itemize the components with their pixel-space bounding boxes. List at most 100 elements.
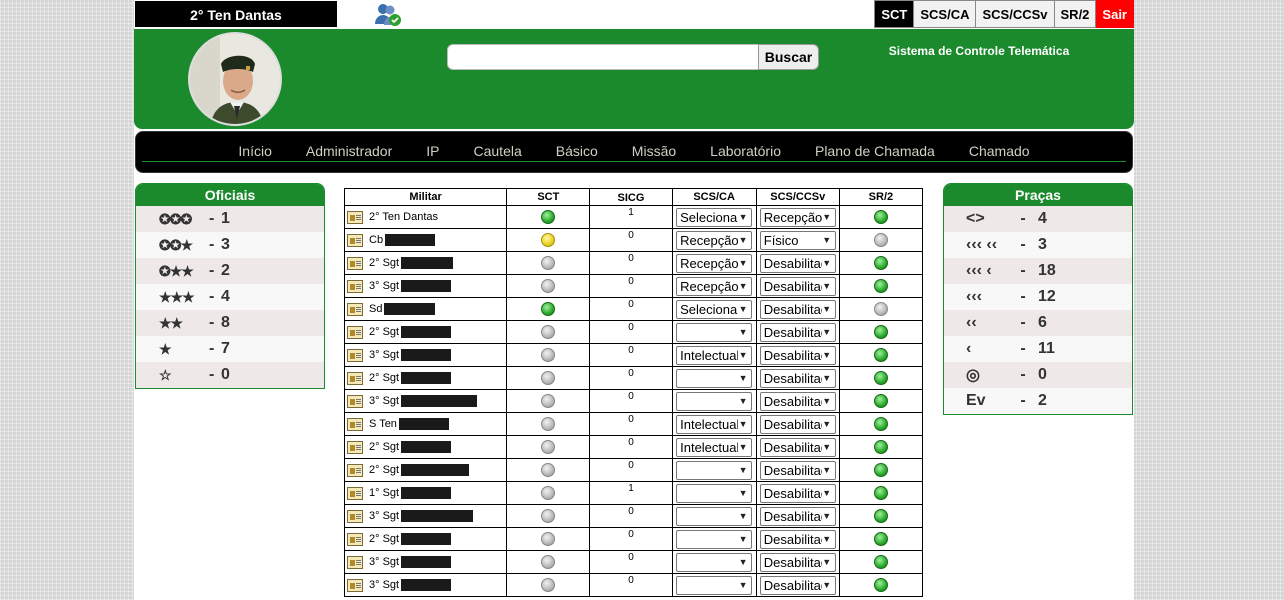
officers-row[interactable]: ★ -7 — [136, 336, 324, 362]
sct-status-icon[interactable] — [541, 417, 556, 431]
nav-item-inicio[interactable]: Início — [238, 132, 271, 162]
sr2-status-icon[interactable] — [873, 256, 888, 270]
id-card-icon[interactable] — [347, 233, 363, 247]
scs-ccsv-select[interactable]: Desabilitado▼ — [759, 552, 836, 572]
officers-row[interactable]: ★★ -8 — [136, 310, 324, 336]
nav-item-missao[interactable]: Missão — [632, 132, 676, 162]
sr2-status-icon[interactable] — [873, 394, 888, 408]
scs-ca-select[interactable]: ▼ — [676, 575, 753, 595]
scs-ccsv-select[interactable]: Desabilitado▼ — [759, 253, 836, 273]
scs-ca-select[interactable]: ▼ — [676, 483, 753, 503]
scs-ca-select[interactable]: ▼ — [676, 391, 753, 411]
sct-status-icon[interactable] — [541, 486, 556, 500]
sct-status-icon[interactable] — [541, 532, 556, 546]
nav-item-basico[interactable]: Básico — [556, 132, 598, 162]
sct-status-icon[interactable] — [541, 394, 556, 408]
scs-ccsv-select[interactable]: Desabilitado▼ — [759, 345, 836, 365]
sct-status-icon[interactable] — [541, 233, 556, 247]
scs-ca-select[interactable]: Recepção ▼ — [676, 230, 753, 250]
scs-ccsv-select[interactable]: Físico ▼ — [759, 230, 836, 250]
system-link-sr2[interactable]: SR/2 — [1054, 0, 1097, 28]
scs-ccsv-select[interactable]: Desabilitado▼ — [759, 414, 836, 434]
sr2-status-icon[interactable] — [873, 233, 888, 247]
scs-ccsv-select[interactable]: Desabilitado▼ — [759, 483, 836, 503]
id-card-icon[interactable] — [347, 417, 363, 431]
sr2-status-icon[interactable] — [873, 463, 888, 477]
scs-ccsv-select[interactable]: Desabilitado▼ — [759, 391, 836, 411]
officers-row[interactable]: ★★★ -4 — [136, 284, 324, 310]
switch-user-icon[interactable] — [374, 2, 402, 27]
scs-ccsv-select[interactable]: Desabilitado▼ — [759, 575, 836, 595]
id-card-icon[interactable] — [347, 440, 363, 454]
scs-ccsv-select[interactable]: Desabilitado▼ — [759, 322, 836, 342]
sct-status-icon[interactable] — [541, 578, 556, 592]
scs-ca-select[interactable]: ▼ — [676, 552, 753, 572]
scs-ca-select[interactable]: ▼ — [676, 322, 753, 342]
scs-ccsv-select[interactable]: Recepção ▼ — [759, 207, 836, 227]
sr2-status-icon[interactable] — [873, 440, 888, 454]
officers-row[interactable]: ✪✪✪ -1 — [136, 206, 324, 232]
nav-item-administrador[interactable]: Administrador — [306, 132, 392, 162]
sct-status-icon[interactable] — [541, 325, 556, 339]
id-card-icon[interactable] — [347, 279, 363, 293]
nav-item-plano-de-chamada[interactable]: Plano de Chamada — [815, 132, 935, 162]
exit-button[interactable]: Sair — [1096, 0, 1134, 28]
id-card-icon[interactable] — [347, 486, 363, 500]
sct-status-icon[interactable] — [541, 348, 556, 362]
sr2-status-icon[interactable] — [873, 417, 888, 431]
scs-ca-select[interactable]: Selecionar ▼ — [676, 299, 753, 319]
sr2-status-icon[interactable] — [873, 371, 888, 385]
sr2-status-icon[interactable] — [873, 509, 888, 523]
pracas-row[interactable]: ‹‹‹ ‹ -18 — [944, 258, 1132, 284]
scs-ccsv-select[interactable]: Desabilitado▼ — [759, 437, 836, 457]
scs-ccsv-select[interactable]: Desabilitado▼ — [759, 276, 836, 296]
scs-ca-select[interactable]: ▼ — [676, 506, 753, 526]
scs-ca-select[interactable]: Intelectual ▼ — [676, 437, 753, 457]
nav-item-cautela[interactable]: Cautela — [474, 132, 522, 162]
pracas-row[interactable]: ‹‹‹ ‹‹ -3 — [944, 232, 1132, 258]
scs-ca-select[interactable]: Intelectual ▼ — [676, 345, 753, 365]
nav-item-chamado[interactable]: Chamado — [969, 132, 1030, 162]
id-card-icon[interactable] — [347, 256, 363, 270]
sr2-status-icon[interactable] — [873, 348, 888, 362]
nav-item-laboratorio[interactable]: Laboratório — [710, 132, 781, 162]
avatar[interactable] — [188, 32, 282, 126]
system-link-sct[interactable]: SCT — [874, 0, 915, 28]
sct-status-icon[interactable] — [541, 509, 556, 523]
sr2-status-icon[interactable] — [873, 532, 888, 546]
id-card-icon[interactable] — [347, 532, 363, 546]
sct-status-icon[interactable] — [541, 555, 556, 569]
search-input[interactable] — [447, 44, 759, 70]
scs-ca-select[interactable]: Selecionar ▼ — [676, 207, 753, 227]
sr2-status-icon[interactable] — [873, 279, 888, 293]
scs-ccsv-select[interactable]: Desabilitado▼ — [759, 460, 836, 480]
id-card-icon[interactable] — [347, 463, 363, 477]
sct-status-icon[interactable] — [541, 302, 556, 316]
system-link-scs-ca[interactable]: SCS/CA — [914, 0, 977, 28]
sr2-status-icon[interactable] — [873, 210, 888, 224]
id-card-icon[interactable] — [347, 509, 363, 523]
id-card-icon[interactable] — [347, 325, 363, 339]
sr2-status-icon[interactable] — [873, 325, 888, 339]
pracas-row[interactable]: ‹‹ -6 — [944, 310, 1132, 336]
pracas-row[interactable]: ‹ -11 — [944, 336, 1132, 362]
officers-row[interactable]: ✪✪★ -3 — [136, 232, 324, 258]
sct-status-icon[interactable] — [541, 440, 556, 454]
sct-status-icon[interactable] — [541, 463, 556, 477]
scs-ca-select[interactable]: Recepção ▼ — [676, 276, 753, 296]
sct-status-icon[interactable] — [541, 256, 556, 270]
pracas-row[interactable]: <> -4 — [944, 206, 1132, 232]
sr2-status-icon[interactable] — [873, 486, 888, 500]
scs-ca-select[interactable]: ▼ — [676, 368, 753, 388]
pracas-row[interactable]: ‹‹‹ -12 — [944, 284, 1132, 310]
id-card-icon[interactable] — [347, 348, 363, 362]
id-card-icon[interactable] — [347, 394, 363, 408]
scs-ca-select[interactable]: Recepção ▼ — [676, 253, 753, 273]
id-card-icon[interactable] — [347, 210, 363, 224]
sr2-status-icon[interactable] — [873, 302, 888, 316]
sr2-status-icon[interactable] — [873, 578, 888, 592]
nav-item-ip[interactable]: IP — [426, 132, 439, 162]
scs-ca-select[interactable]: ▼ — [676, 529, 753, 549]
officers-row[interactable]: ☆ -0 — [136, 362, 324, 388]
id-card-icon[interactable] — [347, 555, 363, 569]
